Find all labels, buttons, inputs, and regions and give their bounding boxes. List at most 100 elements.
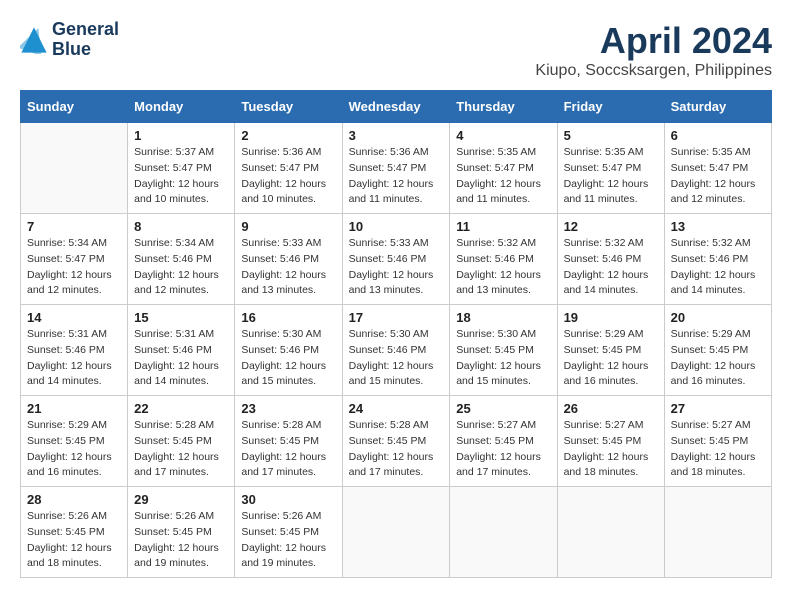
day-number: 3 — [349, 128, 444, 143]
day-info: Sunrise: 5:32 AMSunset: 5:46 PMDaylight:… — [564, 236, 658, 299]
day-number: 17 — [349, 310, 444, 325]
day-cell: 21 Sunrise: 5:29 AMSunset: 5:45 PMDayligh… — [21, 396, 128, 487]
day-number: 20 — [671, 310, 765, 325]
day-info: Sunrise: 5:29 AMSunset: 5:45 PMDaylight:… — [671, 327, 765, 390]
month-title: April 2024 — [535, 20, 772, 62]
week-row-1: 1Sunrise: 5:37 AMSunset: 5:47 PMDaylight… — [21, 123, 772, 214]
day-number: 22 — [134, 401, 228, 416]
day-info: Sunrise: 5:32 AMSunset: 5:46 PMDaylight:… — [456, 236, 550, 299]
day-info: Sunrise: 5:30 AMSunset: 5:45 PMDaylight:… — [456, 327, 550, 390]
day-info: Sunrise: 5:35 AMSunset: 5:47 PMDaylight:… — [671, 145, 765, 208]
day-number: 25 — [456, 401, 550, 416]
location-title: Kiupo, Soccsksargen, Philippines — [535, 62, 772, 80]
week-row-5: 28 Sunrise: 5:26 AMSunset: 5:45 PMDayligh… — [21, 487, 772, 578]
weekday-sunday: Sunday — [21, 91, 128, 123]
day-info: Sunrise: 5:28 AMSunset: 5:45 PMDaylight:… — [241, 418, 335, 481]
day-cell — [557, 487, 664, 578]
day-cell: 23 Sunrise: 5:28 AMSunset: 5:45 PMDayligh… — [235, 396, 342, 487]
day-number: 27 — [671, 401, 765, 416]
day-info: Sunrise: 5:30 AMSunset: 5:46 PMDaylight:… — [241, 327, 335, 390]
day-number: 23 — [241, 401, 335, 416]
day-cell: 8 Sunrise: 5:34 AMSunset: 5:46 PMDaylight… — [128, 214, 235, 305]
day-number: 11 — [456, 219, 550, 234]
weekday-friday: Friday — [557, 91, 664, 123]
weekday-saturday: Saturday — [664, 91, 771, 123]
day-info: Sunrise: 5:29 AMSunset: 5:45 PMDaylight:… — [27, 418, 121, 481]
weekday-header-row: SundayMondayTuesdayWednesdayThursdayFrid… — [21, 91, 772, 123]
day-cell: 9 Sunrise: 5:33 AMSunset: 5:46 PMDaylight… — [235, 214, 342, 305]
week-row-4: 21 Sunrise: 5:29 AMSunset: 5:45 PMDayligh… — [21, 396, 772, 487]
day-info: Sunrise: 5:31 AMSunset: 5:46 PMDaylight:… — [27, 327, 121, 390]
day-cell: 13Sunrise: 5:32 AMSunset: 5:46 PMDayligh… — [664, 214, 771, 305]
day-number: 10 — [349, 219, 444, 234]
day-cell: 26 Sunrise: 5:27 AMSunset: 5:45 PMDayligh… — [557, 396, 664, 487]
weekday-wednesday: Wednesday — [342, 91, 450, 123]
title-section: April 2024 Kiupo, Soccsksargen, Philippi… — [535, 20, 772, 80]
day-info: Sunrise: 5:31 AMSunset: 5:46 PMDaylight:… — [134, 327, 228, 390]
day-cell: 16 Sunrise: 5:30 AMSunset: 5:46 PMDayligh… — [235, 305, 342, 396]
day-info: Sunrise: 5:34 AMSunset: 5:46 PMDaylight:… — [134, 236, 228, 299]
day-info: Sunrise: 5:27 AMSunset: 5:45 PMDaylight:… — [564, 418, 658, 481]
day-cell: 15 Sunrise: 5:31 AMSunset: 5:46 PMDayligh… — [128, 305, 235, 396]
day-cell — [450, 487, 557, 578]
header: General Blue April 2024 Kiupo, Soccsksar… — [20, 20, 772, 80]
day-info: Sunrise: 5:26 AMSunset: 5:45 PMDaylight:… — [241, 509, 335, 572]
day-info: Sunrise: 5:26 AMSunset: 5:45 PMDaylight:… — [134, 509, 228, 572]
day-cell — [342, 487, 450, 578]
day-number: 26 — [564, 401, 658, 416]
day-cell: 1Sunrise: 5:37 AMSunset: 5:47 PMDaylight… — [128, 123, 235, 214]
day-cell: 29Sunrise: 5:26 AMSunset: 5:45 PMDayligh… — [128, 487, 235, 578]
day-number: 28 — [27, 492, 121, 507]
day-number: 18 — [456, 310, 550, 325]
day-cell: 27 Sunrise: 5:27 AMSunset: 5:45 PMDayligh… — [664, 396, 771, 487]
day-cell: 20 Sunrise: 5:29 AMSunset: 5:45 PMDayligh… — [664, 305, 771, 396]
day-info: Sunrise: 5:32 AMSunset: 5:46 PMDaylight:… — [671, 236, 765, 299]
day-number: 6 — [671, 128, 765, 143]
day-number: 15 — [134, 310, 228, 325]
day-number: 1 — [134, 128, 228, 143]
day-cell: 11 Sunrise: 5:32 AMSunset: 5:46 PMDayligh… — [450, 214, 557, 305]
day-cell: 18 Sunrise: 5:30 AMSunset: 5:45 PMDayligh… — [450, 305, 557, 396]
day-cell: 25 Sunrise: 5:27 AMSunset: 5:45 PMDayligh… — [450, 396, 557, 487]
day-cell: 17Sunrise: 5:30 AMSunset: 5:46 PMDayligh… — [342, 305, 450, 396]
logo-line2: Blue — [52, 40, 119, 60]
day-info: Sunrise: 5:27 AMSunset: 5:45 PMDaylight:… — [456, 418, 550, 481]
day-cell: 22Sunrise: 5:28 AMSunset: 5:45 PMDayligh… — [128, 396, 235, 487]
day-cell: 19Sunrise: 5:29 AMSunset: 5:45 PMDayligh… — [557, 305, 664, 396]
weekday-monday: Monday — [128, 91, 235, 123]
day-number: 9 — [241, 219, 335, 234]
day-number: 7 — [27, 219, 121, 234]
logo-line1: General — [52, 20, 119, 40]
day-number: 8 — [134, 219, 228, 234]
day-info: Sunrise: 5:35 AMSunset: 5:47 PMDaylight:… — [456, 145, 550, 208]
day-info: Sunrise: 5:36 AMSunset: 5:47 PMDaylight:… — [349, 145, 444, 208]
day-info: Sunrise: 5:33 AMSunset: 5:46 PMDaylight:… — [241, 236, 335, 299]
day-number: 19 — [564, 310, 658, 325]
day-cell: 28 Sunrise: 5:26 AMSunset: 5:45 PMDayligh… — [21, 487, 128, 578]
logo: General Blue — [20, 20, 119, 60]
day-number: 21 — [27, 401, 121, 416]
day-number: 16 — [241, 310, 335, 325]
day-cell: 24Sunrise: 5:28 AMSunset: 5:45 PMDayligh… — [342, 396, 450, 487]
day-cell — [21, 123, 128, 214]
day-number: 5 — [564, 128, 658, 143]
day-number: 4 — [456, 128, 550, 143]
day-cell: 4 Sunrise: 5:35 AMSunset: 5:47 PMDaylight… — [450, 123, 557, 214]
day-cell: 10Sunrise: 5:33 AMSunset: 5:46 PMDayligh… — [342, 214, 450, 305]
day-cell: 12Sunrise: 5:32 AMSunset: 5:46 PMDayligh… — [557, 214, 664, 305]
day-info: Sunrise: 5:34 AMSunset: 5:47 PMDaylight:… — [27, 236, 121, 299]
weekday-thursday: Thursday — [450, 91, 557, 123]
day-number: 30 — [241, 492, 335, 507]
day-number: 24 — [349, 401, 444, 416]
day-number: 14 — [27, 310, 121, 325]
day-cell: 3 Sunrise: 5:36 AMSunset: 5:47 PMDaylight… — [342, 123, 450, 214]
day-cell: 7 Sunrise: 5:34 AMSunset: 5:47 PMDaylight… — [21, 214, 128, 305]
calendar-table: SundayMondayTuesdayWednesdayThursdayFrid… — [20, 90, 772, 578]
logo-icon — [20, 26, 48, 54]
day-info: Sunrise: 5:26 AMSunset: 5:45 PMDaylight:… — [27, 509, 121, 572]
week-row-2: 7 Sunrise: 5:34 AMSunset: 5:47 PMDaylight… — [21, 214, 772, 305]
day-cell — [664, 487, 771, 578]
day-info: Sunrise: 5:27 AMSunset: 5:45 PMDaylight:… — [671, 418, 765, 481]
week-row-3: 14 Sunrise: 5:31 AMSunset: 5:46 PMDayligh… — [21, 305, 772, 396]
day-cell: 2Sunrise: 5:36 AMSunset: 5:47 PMDaylight… — [235, 123, 342, 214]
